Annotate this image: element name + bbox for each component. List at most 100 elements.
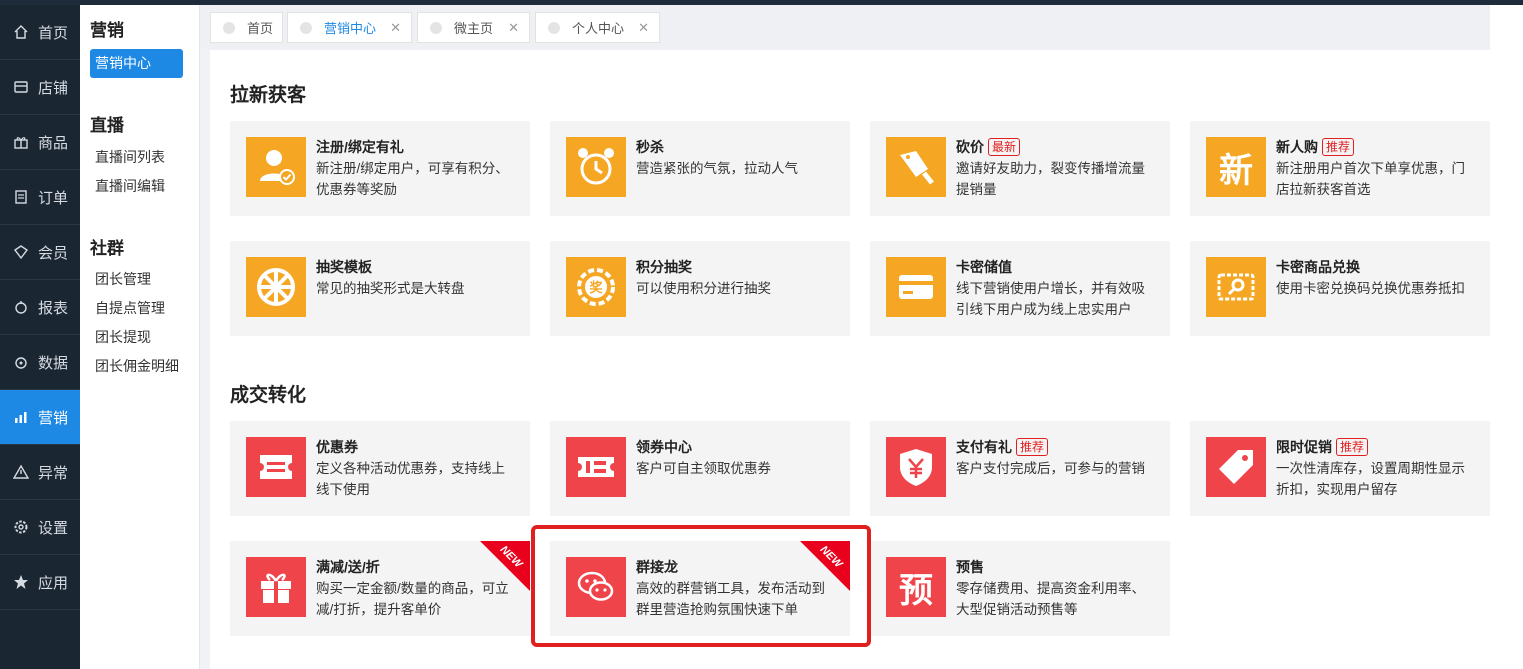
tab-dot-icon <box>300 21 312 34</box>
subnav-item-live-edit[interactable]: 直播间编辑 <box>80 172 200 201</box>
tab-dot-icon <box>548 21 560 34</box>
card-title: 卡密储值 <box>956 259 1012 275</box>
main-content: 拉新获客 注册/绑定有礼 新注册/绑定用户，可享有积分、优惠券等奖励 秒杀 营造… <box>210 50 1490 669</box>
presale-char-icon: 预 <box>886 557 946 617</box>
card-new-customer[interactable]: 新 新人购 推荐 新注册用户首次下单享优惠，门店拉新获客首选 <box>1190 121 1490 216</box>
prize-wheel-icon: 奖 <box>566 257 626 317</box>
primary-nav: 首页 店铺 商品 订单 会员 报表 数据 营销 异常 设置 应用 <box>0 5 80 669</box>
card-lottery-template[interactable]: 抽奖模板 常见的抽奖形式是大转盘 <box>230 241 530 336</box>
nav-item-label: 设置 <box>38 519 69 537</box>
new-ribbon: NEW <box>800 541 850 591</box>
nav-item-data[interactable]: 数据 <box>0 335 80 390</box>
card-bargain[interactable]: 砍价 最新 邀请好友助力，裂变传播增流量提销量 <box>870 121 1170 216</box>
card-desc: 邀请好友助力，裂变传播增流量提销量 <box>956 161 1145 197</box>
subnav-group-title: 营销 <box>90 21 124 40</box>
card-title: 限时促销 推荐 <box>1276 437 1369 457</box>
close-icon[interactable]: ✕ <box>638 20 649 36</box>
gift-icon <box>12 133 30 151</box>
member-icon <box>12 243 30 261</box>
order-icon <box>12 188 30 206</box>
nav-item-label: 订单 <box>38 189 69 207</box>
settings-icon <box>12 518 30 536</box>
ticket-search-icon <box>1206 257 1266 317</box>
badge-recommend: 推荐 <box>1016 438 1049 456</box>
card-limited-promo[interactable]: 限时促销 推荐 一次性清库存，设置周期性显示折扣，实现用户留存 <box>1190 421 1490 516</box>
report-icon <box>12 298 30 316</box>
card-flash-sale[interactable]: 秒杀 营造紧张的气氛，拉动人气 <box>550 121 850 216</box>
badge-latest: 最新 <box>988 138 1021 156</box>
subnav-item-leader-commission[interactable]: 团长佣金明细 <box>80 352 200 381</box>
nav-item-exceptions[interactable]: 异常 <box>0 445 80 500</box>
card-desc: 零存储费用、提高资金利用率、大型促销活动预售等 <box>956 581 1145 617</box>
subnav-item-leader-manage[interactable]: 团长管理 <box>80 265 200 294</box>
subnav-item-marketing-center[interactable]: 营销中心 <box>90 49 183 78</box>
card-register-gift[interactable]: 注册/绑定有礼 新注册/绑定用户，可享有积分、优惠券等奖励 <box>230 121 530 216</box>
nav-item-label: 营销 <box>38 409 69 427</box>
cleaver-icon <box>886 137 946 197</box>
card-icon <box>886 257 946 317</box>
nav-item-apps[interactable]: 应用 <box>0 555 80 610</box>
card-desc: 可以使用积分进行抽奖 <box>636 281 771 296</box>
card-desc: 客户可自主领取优惠券 <box>636 461 771 476</box>
tab-personal-center[interactable]: 个人中心 ✕ <box>535 12 660 43</box>
tab-dot-icon <box>223 21 235 34</box>
card-title: 抽奖模板 <box>316 259 372 275</box>
tab-label: 个人中心 <box>572 21 625 36</box>
tab-home[interactable]: 首页 <box>210 12 283 43</box>
gift-box-icon <box>246 557 306 617</box>
card-title: 砍价 最新 <box>956 137 1021 157</box>
home-icon <box>12 23 30 41</box>
tab-label: 首页 <box>247 21 274 36</box>
card-card-redeem[interactable]: 卡密商品兑换 使用卡密兑换码兑换优惠券抵扣 <box>1190 241 1490 336</box>
warning-icon <box>12 463 30 481</box>
nav-item-label: 数据 <box>38 354 69 372</box>
card-title: 支付有礼 推荐 <box>956 437 1049 457</box>
nav-item-orders[interactable]: 订单 <box>0 170 80 225</box>
subnav-group-title: 社群 <box>90 239 124 258</box>
card-discount-gift[interactable]: 满减/送/折 购买一定金额/数量的商品，可立减/打折，提升客单价 NEW <box>230 541 530 636</box>
nav-item-settings[interactable]: 设置 <box>0 500 80 555</box>
wechat-icon <box>566 557 626 617</box>
card-coupon[interactable]: 优惠券 定义各种活动优惠券，支持线上线下使用 <box>230 421 530 516</box>
new-char-icon: 新 <box>1206 137 1266 197</box>
nav-item-label: 会员 <box>38 244 69 262</box>
store-icon <box>12 78 30 96</box>
nav-item-label: 异常 <box>38 464 69 482</box>
nav-item-label: 店铺 <box>38 79 69 97</box>
close-icon[interactable]: ✕ <box>508 20 519 36</box>
card-group-relay[interactable]: 群接龙 高效的群营销工具，发布活动到群里营造抢购氛围快速下单 NEW <box>550 541 850 636</box>
card-pay-gift[interactable]: 支付有礼 推荐 客户支付完成后，可参与的营销 <box>870 421 1170 516</box>
card-title: 领券中心 <box>636 439 692 455</box>
card-points-lottery[interactable]: 奖 积分抽奖 可以使用积分进行抽奖 <box>550 241 850 336</box>
nav-item-goods[interactable]: 商品 <box>0 115 80 170</box>
wheel-icon <box>246 257 306 317</box>
nav-item-marketing[interactable]: 营销 <box>0 390 80 445</box>
subnav-item-pickup-manage[interactable]: 自提点管理 <box>80 294 200 323</box>
close-icon[interactable]: ✕ <box>390 20 401 36</box>
nav-item-reports[interactable]: 报表 <box>0 280 80 335</box>
card-card-recharge[interactable]: 卡密储值 线下营销使用户增长，并有效吸引线下用户成为线上忠实用户 <box>870 241 1170 336</box>
price-tag-icon <box>1206 437 1266 497</box>
card-desc: 新注册/绑定用户，可享有积分、优惠券等奖励 <box>316 161 509 197</box>
secondary-nav: 营销 营销中心 直播 直播间列表 直播间编辑 社群 团长管理 自提点管理 团长提… <box>80 5 200 669</box>
subnav-item-live-list[interactable]: 直播间列表 <box>80 143 200 172</box>
subnav-group-title: 直播 <box>90 116 124 135</box>
card-coupon-center[interactable]: 领券中心 客户可自主领取优惠券 <box>550 421 850 516</box>
card-title: 群接龙 <box>636 559 678 575</box>
badge-recommend: 推荐 <box>1322 138 1355 156</box>
tab-marketing-center[interactable]: 营销中心 ✕ <box>287 12 412 43</box>
tab-label: 营销中心 <box>324 21 377 36</box>
tab-micro-homepage[interactable]: 微主页 ✕ <box>417 12 530 43</box>
nav-item-store[interactable]: 店铺 <box>0 60 80 115</box>
subnav-item-leader-withdraw[interactable]: 团长提现 <box>80 323 200 352</box>
card-title: 卡密商品兑换 <box>1276 259 1360 275</box>
user-check-icon <box>246 137 306 197</box>
yen-shield-icon <box>886 437 946 497</box>
card-title: 优惠券 <box>316 439 358 455</box>
card-title: 积分抽奖 <box>636 259 692 275</box>
nav-item-members[interactable]: 会员 <box>0 225 80 280</box>
alarm-clock-icon <box>566 137 626 197</box>
card-desc: 常见的抽奖形式是大转盘 <box>316 281 465 296</box>
card-presale[interactable]: 预 预售 零存储费用、提高资金利用率、大型促销活动预售等 <box>870 541 1170 636</box>
nav-item-home[interactable]: 首页 <box>0 5 80 60</box>
